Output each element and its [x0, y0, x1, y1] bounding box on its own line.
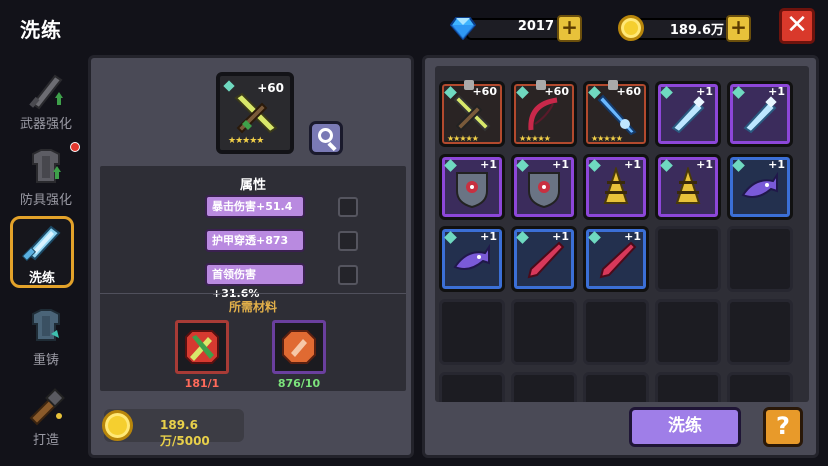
fish-icon: [741, 171, 778, 198]
selected-equipment-slot[interactable]: +60 ★★★★★: [216, 72, 294, 154]
ice-sword-icon: [743, 96, 777, 134]
material-slot-purple[interactable]: [272, 320, 326, 374]
refine-sword-icon: [21, 225, 61, 262]
inventory-slot[interactable]: +60 ★★★★★: [583, 80, 649, 147]
attribute-row: 首领伤害+31.6%: [205, 263, 305, 300]
attribute-lock-checkbox[interactable]: [338, 231, 358, 251]
diamond-icon: [450, 17, 476, 40]
inventory-slot[interactable]: +60 ★★★★★: [511, 80, 577, 147]
red-stone-icon: [185, 330, 219, 364]
attribute-row: 暴击伤害+51.4: [205, 195, 305, 218]
empty-slot[interactable]: [655, 226, 721, 292]
slot-stars: ★★★★★: [447, 134, 479, 143]
inspect-button[interactable]: [309, 121, 343, 155]
sidebar-item-refine[interactable]: 洗练: [10, 216, 74, 288]
inventory-slot[interactable]: +1: [439, 226, 505, 292]
sidebar-item-label: 洗练: [28, 271, 55, 286]
empty-slot[interactable]: [655, 372, 721, 402]
shield-icon: [456, 172, 488, 209]
divider: [100, 293, 406, 294]
gem-socket-icon: [223, 80, 235, 92]
attribute-row: 护甲穿透+873: [205, 229, 305, 252]
sidebar-item-label: 武器强化: [19, 117, 72, 132]
sidebar-item-recast[interactable]: 重铸: [8, 302, 84, 372]
materials-title: 所需材料: [228, 300, 277, 314]
empty-slot[interactable]: [727, 226, 793, 292]
gem-counter: 2017 +: [450, 15, 582, 42]
inventory-slot[interactable]: +1: [583, 154, 649, 220]
empty-slot[interactable]: [583, 372, 649, 402]
orange-stone-icon: [282, 330, 316, 364]
drill-icon: [603, 167, 629, 204]
inventory-slot[interactable]: +1: [583, 226, 649, 292]
inventory-slot[interactable]: +1: [727, 81, 793, 147]
empty-slot[interactable]: [583, 299, 649, 365]
inventory-panel: +60 ★★★★★ +60 ★★★★★ +60 ★★★★★ +1 +1 +1 +…: [422, 55, 819, 458]
bow-icon: [528, 97, 558, 131]
empty-slot[interactable]: [727, 372, 793, 402]
notification-dot: [70, 142, 80, 152]
shield-icon: [528, 172, 560, 209]
add-gems-button[interactable]: +: [557, 15, 582, 42]
refine-cost-value: 189.6万/5000: [160, 418, 210, 448]
inventory-slot[interactable]: +1: [511, 154, 577, 220]
sidebar-item-forge[interactable]: 打造: [8, 382, 84, 452]
attribute-lock-checkbox[interactable]: [338, 265, 358, 285]
sidebar-item-label: 重铸: [32, 353, 59, 368]
slot-stars: ★★★★★: [591, 134, 623, 143]
inventory-slot[interactable]: +60 ★★★★★: [439, 80, 505, 147]
coin-icon: [102, 410, 133, 441]
coin-icon: [618, 15, 644, 41]
sidebar-item-armor-upgrade[interactable]: 防具强化: [8, 142, 84, 212]
fish-icon: [453, 243, 490, 270]
drill-icon: [675, 167, 701, 204]
help-button[interactable]: ?: [763, 407, 803, 447]
sidebar-item-weapon-upgrade[interactable]: 武器强化: [8, 66, 84, 136]
material-count: 181/1: [184, 377, 220, 390]
attributes-title: 属性: [239, 178, 266, 193]
attribute-lock-checkbox[interactable]: [338, 197, 358, 217]
refine-button[interactable]: 洗练: [629, 407, 741, 447]
material-count: 876/10: [277, 377, 321, 390]
inventory-slot[interactable]: +1: [511, 226, 577, 292]
lance-icon: [599, 241, 637, 279]
close-button[interactable]: ✕: [779, 8, 815, 44]
empty-slot[interactable]: [655, 299, 721, 365]
add-gold-button[interactable]: +: [726, 15, 751, 42]
sidebar-item-label: 打造: [32, 433, 59, 448]
slot-stars: ★★★★★: [519, 134, 551, 143]
armor-upgrade-icon: [32, 149, 61, 183]
page-title: 洗练: [20, 18, 62, 42]
gem-amount: 2017: [517, 19, 554, 34]
ice-sword-icon: [671, 96, 705, 134]
lightning-spear-icon: [597, 94, 637, 136]
material-slot-red[interactable]: [175, 320, 229, 374]
empty-slot[interactable]: [439, 372, 505, 402]
crossed-sword-icon: [234, 92, 278, 134]
inventory-slot[interactable]: +1: [655, 154, 721, 220]
gold-amount: 189.6万: [669, 23, 724, 38]
sword-upgrade-icon: [29, 74, 63, 110]
magnifier-icon: [318, 128, 333, 143]
recast-armor-icon: [32, 309, 60, 341]
refine-cost: 189.6万/5000: [102, 409, 244, 448]
empty-slot[interactable]: [511, 299, 577, 365]
empty-slot[interactable]: [439, 299, 505, 365]
inventory-slot[interactable]: +1: [727, 154, 793, 220]
lance-icon: [527, 241, 565, 279]
sidebar-item-label: 防具强化: [19, 193, 72, 208]
empty-slot[interactable]: [727, 299, 793, 365]
attributes-section: 属性 暴击伤害+51.4 护甲穿透+873 首领伤害+31.6% 所需材料 18…: [100, 166, 406, 391]
inventory-slot[interactable]: +1: [655, 81, 721, 147]
refine-panel: +60 ★★★★★ 属性 暴击伤害+51.4 护甲穿透+873 首领伤害+31.…: [88, 55, 414, 458]
crossed-sword-icon: [453, 94, 491, 132]
inventory-slot[interactable]: +1: [439, 154, 505, 220]
empty-slot[interactable]: [511, 372, 577, 402]
forge-icon: [29, 388, 65, 426]
inventory-grid: +60 ★★★★★ +60 ★★★★★ +60 ★★★★★ +1 +1 +1 +…: [435, 66, 809, 402]
gold-counter: 189.6万 +: [618, 15, 752, 42]
selected-item-stars: ★★★★★: [228, 136, 264, 146]
